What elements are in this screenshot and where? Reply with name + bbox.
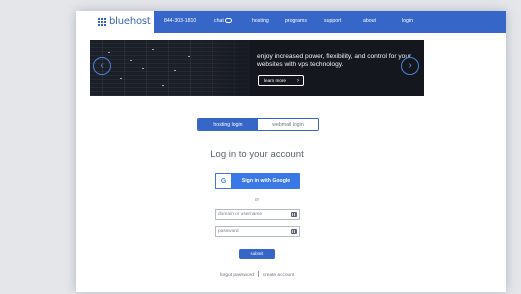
autofill-key-icon[interactable] bbox=[291, 212, 297, 217]
create-account-link[interactable]: create account bbox=[263, 273, 294, 278]
login-type-tabs: hosting login webmail login bbox=[197, 118, 319, 131]
domain-username-placeholder: domain or username bbox=[218, 212, 262, 217]
learn-more-button[interactable]: learn more › bbox=[258, 75, 304, 86]
submit-button[interactable]: submit bbox=[239, 249, 275, 259]
banner-next-button[interactable]: › bbox=[401, 57, 419, 75]
google-signin-button[interactable]: G Sign in with Google bbox=[215, 173, 300, 189]
domain-username-input[interactable]: domain or username bbox=[215, 209, 300, 220]
logo[interactable]: bluehost bbox=[76, 11, 154, 33]
password-input[interactable]: password bbox=[215, 226, 300, 237]
password-placeholder: password bbox=[218, 229, 239, 234]
nav-item-login[interactable]: login bbox=[402, 18, 413, 24]
account-links: forgot password create account bbox=[76, 271, 438, 278]
banner-prev-button[interactable]: ‹ bbox=[93, 57, 111, 75]
google-icon: G bbox=[215, 173, 232, 189]
chevron-left-icon: ‹ bbox=[100, 60, 104, 71]
chevron-right-icon: › bbox=[297, 78, 299, 84]
nav-bar: 844-303-1810 chat hosting programs suppo… bbox=[154, 11, 506, 33]
learn-more-label: learn more bbox=[264, 78, 286, 83]
nav-phone[interactable]: 844-303-1810 bbox=[164, 18, 196, 24]
autofill-key-icon[interactable] bbox=[291, 229, 297, 234]
nav-item-about[interactable]: about bbox=[363, 18, 376, 24]
forgot-password-link[interactable]: forgot password bbox=[220, 273, 254, 278]
chat-bubble-icon bbox=[224, 18, 232, 23]
page: bluehost 844-303-1810 chat hosting progr… bbox=[76, 11, 506, 292]
chevron-right-icon: › bbox=[408, 60, 412, 71]
logo-text: bluehost bbox=[109, 16, 151, 27]
tab-webmail-login[interactable]: webmail login bbox=[258, 119, 318, 130]
or-divider: or bbox=[254, 197, 260, 203]
google-signin-label: Sign in with Google bbox=[241, 178, 291, 184]
tab-hosting-login[interactable]: hosting login bbox=[198, 119, 258, 130]
nav-item-support[interactable]: support bbox=[324, 18, 341, 24]
link-separator bbox=[257, 271, 259, 277]
nav-chat[interactable]: chat bbox=[214, 18, 232, 24]
banner-text: enjoy increased power, flexibility, and … bbox=[257, 53, 412, 68]
logo-grid-icon bbox=[98, 18, 106, 26]
nav-item-hosting[interactable]: hosting bbox=[252, 18, 269, 24]
nav-chat-label: chat bbox=[214, 18, 224, 24]
login-title: Log in to your account bbox=[210, 149, 304, 160]
nav-item-programs[interactable]: programs bbox=[285, 18, 307, 24]
top-navigation: bluehost 844-303-1810 chat hosting progr… bbox=[76, 11, 506, 33]
promo-banner: ‹ enjoy increased power, flexibility, an… bbox=[90, 40, 424, 96]
